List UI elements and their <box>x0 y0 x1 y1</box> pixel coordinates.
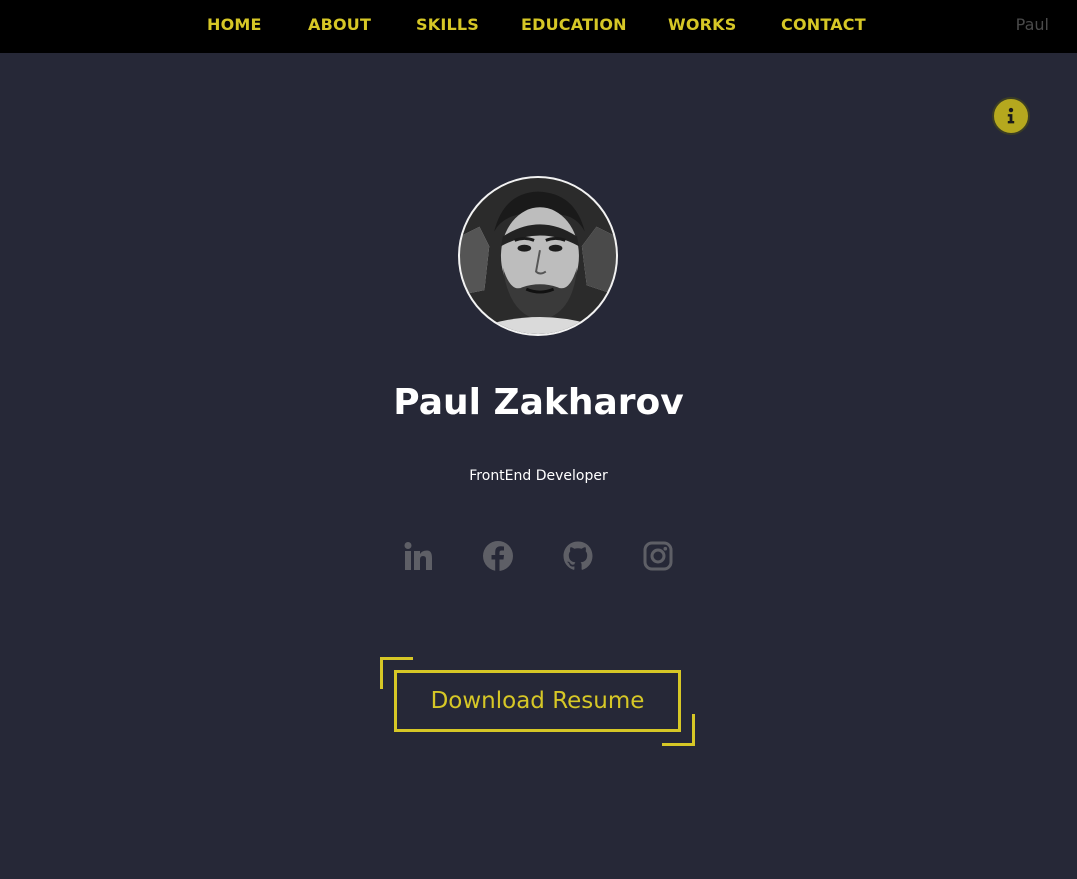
brand-name: Paul <box>1015 15 1049 34</box>
nav-about[interactable]: ABOUT <box>308 15 371 34</box>
instagram-icon <box>643 541 673 571</box>
info-button[interactable] <box>992 97 1030 135</box>
facebook-link[interactable] <box>482 540 514 572</box>
facebook-icon <box>483 541 513 571</box>
github-icon <box>563 541 593 570</box>
instagram-link[interactable] <box>642 540 674 572</box>
avatar <box>458 176 618 336</box>
nav-education[interactable]: EDUCATION <box>521 15 627 34</box>
github-link[interactable] <box>562 540 594 572</box>
download-resume-button[interactable]: Download Resume <box>394 670 681 732</box>
top-navigation-bar: HOME ABOUT SKILLS EDUCATION WORKS CONTAC… <box>0 0 1077 53</box>
linkedin-link[interactable] <box>402 540 434 572</box>
nav-skills[interactable]: SKILLS <box>416 15 479 34</box>
resume-button-frame: Download Resume <box>380 657 695 746</box>
profile-photo <box>460 178 616 334</box>
nav-works[interactable]: WORKS <box>668 15 737 34</box>
nav-home[interactable]: HOME <box>207 15 262 34</box>
nav-contact[interactable]: CONTACT <box>781 15 866 34</box>
main-nav: HOME ABOUT SKILLS EDUCATION WORKS CONTAC… <box>0 0 1077 53</box>
profile-name: Paul Zakharov <box>393 382 684 423</box>
info-icon <box>1007 107 1015 124</box>
profile-role: FrontEnd Developer <box>469 468 608 484</box>
linkedin-icon <box>404 542 432 570</box>
